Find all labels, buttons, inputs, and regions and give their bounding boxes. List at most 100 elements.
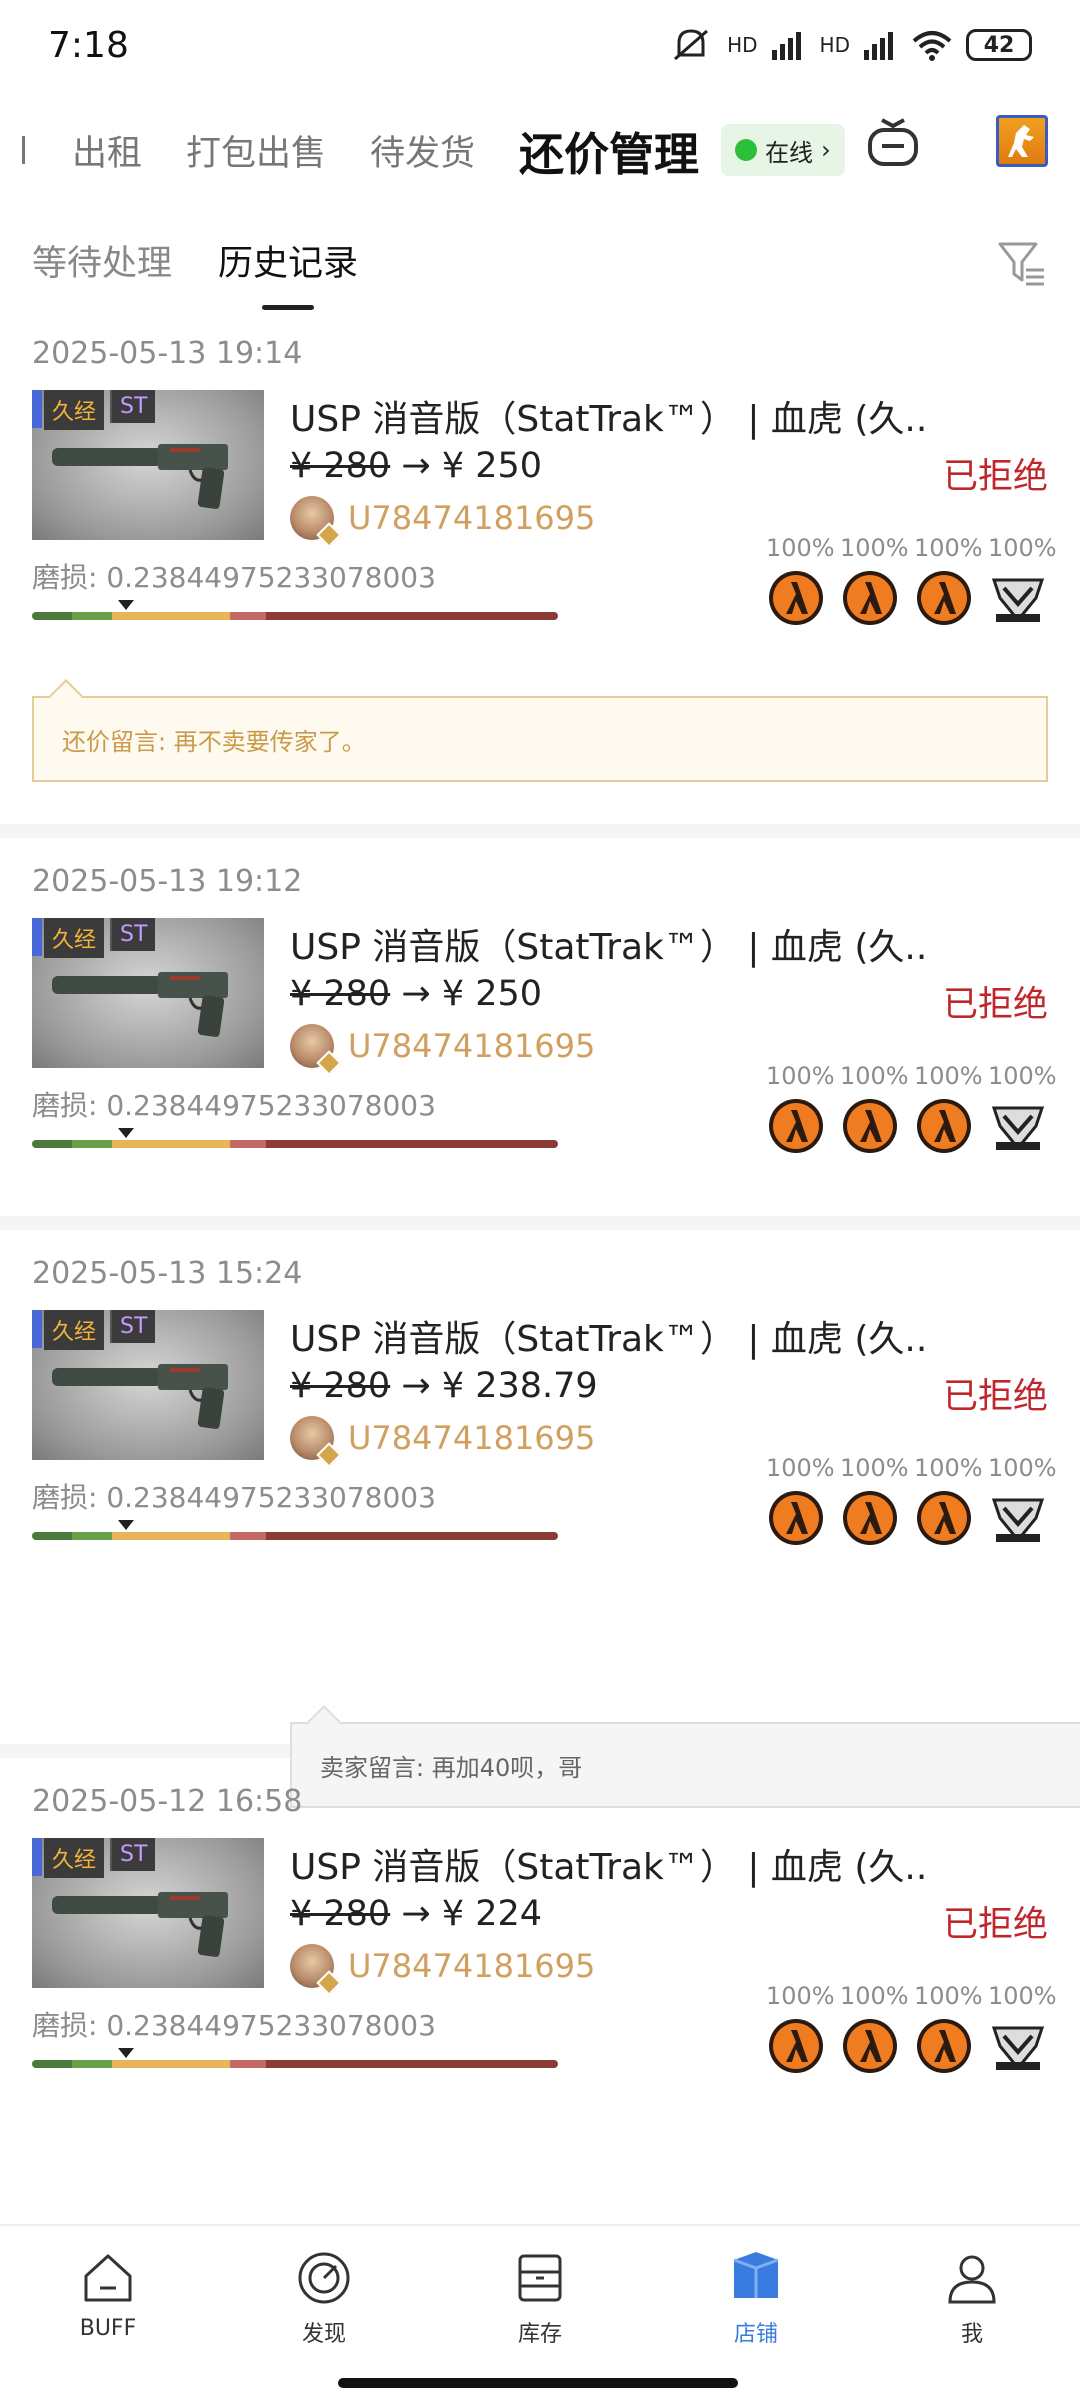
sticker-wear: 100% — [988, 1982, 1057, 2010]
sticker-wear: 100% — [988, 534, 1057, 562]
filter-icon[interactable] — [996, 238, 1048, 290]
top-nav: 出租 打包出售 待发货 还价管理 在线 › — [0, 90, 1080, 210]
buyer-info[interactable]: U78474181695 — [290, 496, 595, 548]
lambda-sticker-icon — [917, 571, 971, 625]
sticker[interactable]: 100% — [914, 1982, 983, 2080]
sticker[interactable]: 100% — [766, 1454, 835, 1552]
wear-value: 磨损: 0.23844975233078003 — [32, 2009, 436, 2042]
nav-discover[interactable]: 发现 — [216, 2226, 432, 2400]
original-price: ¥ 280 — [290, 446, 391, 486]
wear-value: 磨损: 0.23844975233078003 — [32, 1481, 436, 1514]
mute-icon — [674, 29, 709, 61]
verified-badge-icon — [316, 1970, 342, 1996]
record-date: 2025-05-12 16:58 — [32, 1784, 303, 1819]
item-thumbnail[interactable]: 久经 ST — [32, 1310, 264, 1460]
item-name[interactable]: USP 消音版（StatTrak™） | 血虎 (久... — [290, 1838, 930, 1890]
price-row: ¥ 280 → ¥ 238.79 — [290, 1366, 598, 1406]
online-dot-icon — [735, 139, 758, 161]
sticker-wear: 100% — [914, 1062, 983, 1090]
hd-label-1: HD — [727, 33, 758, 57]
sticker[interactable]: 100% — [766, 534, 835, 632]
tab-pending[interactable]: 等待处理 — [32, 235, 172, 286]
sticker[interactable]: 100% — [840, 1982, 909, 2080]
sticker[interactable]: 100% — [914, 534, 983, 632]
home-indicator[interactable] — [338, 2378, 738, 2388]
record-note: 还价留言: 再不卖要传家了。 — [32, 679, 1048, 782]
verified-badge-icon — [316, 1442, 342, 1468]
verified-badge-icon — [316, 522, 342, 548]
wifi-icon — [912, 31, 952, 61]
nav-right-actions — [862, 110, 1080, 172]
lambda-sticker-icon — [843, 571, 897, 625]
buyer-info[interactable]: U78474181695 — [290, 1944, 596, 1996]
wear-value: 磨损: 0.23844975233078003 — [32, 561, 436, 594]
item-name[interactable]: USP 消音版（StatTrak™） | 血虎 (久... — [290, 1310, 930, 1362]
nav-me[interactable]: 我 — [864, 2226, 1080, 2400]
online-status-button[interactable]: 在线 › — [721, 124, 845, 176]
tab-history[interactable]: 历史记录 — [218, 235, 358, 310]
wear-marker-icon — [118, 1128, 135, 1138]
wear-row: 磨损: 0.23844975233078003 100% 100% 100% 1… — [32, 1062, 1057, 1186]
bargain-record-card[interactable]: 2025-05-13 19:14 久经 ST USP 消音版（StatTrak™… — [0, 310, 1080, 838]
buyer-id: U78474181695 — [348, 1947, 596, 1985]
stattrak-tag: ST — [110, 1838, 156, 1871]
record-main: 久经 ST USP 消音版（StatTrak™） | 血虎 (久... ¥ 28… — [32, 390, 1048, 548]
robot-icon[interactable] — [862, 110, 924, 172]
bargain-record-card[interactable]: 2025-05-12 16:58 久经 ST USP 消音版（StatTrak™… — [0, 1758, 1080, 2336]
note-pointer — [307, 1705, 341, 1739]
sticker-wear: 100% — [766, 1982, 835, 2010]
tab-rent[interactable]: 出租 — [72, 125, 142, 176]
offer-price: ¥ 250 — [441, 446, 543, 486]
status-badge: 已拒绝 — [942, 1905, 1048, 1945]
hd-label-2: HD — [819, 33, 850, 57]
sticker[interactable]: 100% — [988, 1982, 1057, 2080]
sticker-wear: 100% — [766, 1062, 835, 1090]
nav-me-label: 我 — [960, 2322, 983, 2347]
record-date: 2025-05-13 19:14 — [32, 336, 303, 371]
offer-price: ¥ 238.79 — [441, 1366, 598, 1406]
arrow-right-icon: → — [401, 1894, 431, 1934]
sticker[interactable]: 100% — [988, 1062, 1057, 1160]
sticker[interactable]: 100% — [988, 534, 1057, 632]
game-switch-icon[interactable] — [996, 115, 1048, 167]
sticker-wear: 100% — [766, 1454, 835, 1482]
sticker[interactable]: 100% — [840, 1454, 909, 1552]
team-sticker-icon — [991, 578, 1045, 623]
exterior-tag: 久经 — [44, 918, 105, 958]
sticker[interactable]: 100% — [914, 1454, 983, 1552]
item-name[interactable]: USP 消音版（StatTrak™） | 血虎 (久... — [290, 390, 930, 442]
bargain-record-card[interactable]: 2025-05-13 15:24 久经 ST USP 消音版（StatTrak™… — [0, 1230, 1080, 1808]
sticker[interactable]: 100% — [840, 534, 909, 632]
sticker-wear: 100% — [840, 1982, 909, 2010]
buyer-id: U78474181695 — [348, 1419, 596, 1457]
record-main: 久经 ST USP 消音版（StatTrak™） | 血虎 (久... ¥ 28… — [32, 1310, 1048, 1468]
item-name[interactable]: USP 消音版（StatTrak™） | 血虎 (久... — [290, 918, 930, 970]
tab-bargain-manage[interactable]: 还价管理 — [519, 118, 699, 183]
bargain-record-card[interactable]: 2025-05-13 19:12 久经 ST USP 消音版（StatTrak™… — [0, 838, 1080, 1230]
team-sticker-icon — [991, 1106, 1045, 1151]
status-icons: HD HD 42 — [669, 25, 1032, 65]
nav-inventory-label: 库存 — [517, 2322, 562, 2347]
bottom-nav: BUFF 发现 库存 店铺 我 — [0, 2224, 1080, 2400]
item-thumbnail[interactable]: 久经 ST — [32, 390, 264, 540]
price-row: ¥ 280 → ¥ 250 — [290, 446, 542, 486]
sticker[interactable]: 100% — [914, 1062, 983, 1160]
sticker[interactable]: 100% — [988, 1454, 1057, 1552]
sticker[interactable]: 100% — [766, 1982, 835, 2080]
nav-inventory[interactable]: 库存 — [432, 2226, 648, 2400]
tab-pending-ship[interactable]: 待发货 — [370, 125, 475, 176]
avatar — [290, 1416, 342, 1468]
item-thumbnail[interactable]: 久经 ST — [32, 918, 264, 1068]
item-thumbnail[interactable]: 久经 ST — [32, 1838, 264, 1988]
sticker-list: 100% 100% 100% 100% — [766, 534, 1057, 632]
wear-row: 磨损: 0.23844975233078003 100% 100% 100% 1… — [32, 1982, 1057, 2106]
buyer-info[interactable]: U78474181695 — [290, 1416, 596, 1468]
nav-buff[interactable]: BUFF — [0, 2226, 216, 2400]
sticker-list: 100% 100% 100% 100% — [766, 1982, 1057, 2080]
sticker[interactable]: 100% — [840, 1062, 909, 1160]
sticker[interactable]: 100% — [766, 1062, 835, 1160]
nav-store[interactable]: 店铺 — [648, 2226, 864, 2400]
buyer-info[interactable]: U78474181695 — [290, 1024, 595, 1076]
lambda-sticker-icon — [843, 2019, 897, 2073]
tab-bundle-sale[interactable]: 打包出售 — [186, 125, 326, 176]
